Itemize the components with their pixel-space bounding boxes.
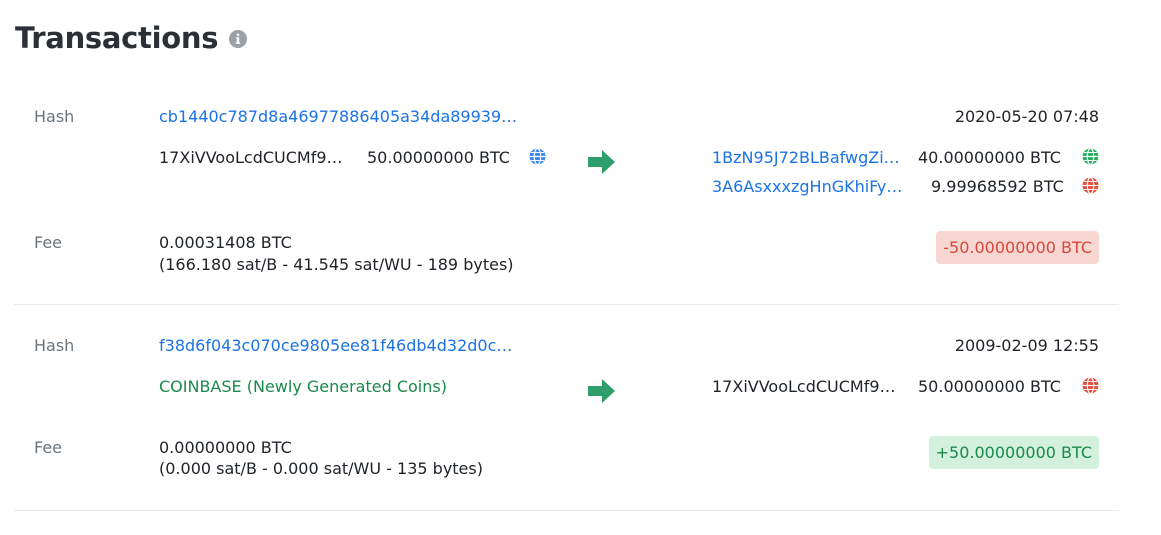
input-address: 17XiVVooLcdCUCMf9… <box>159 148 343 167</box>
globe-icon[interactable] <box>1082 176 1099 195</box>
input-amount: 50.00000000 BTC <box>367 148 510 167</box>
transaction-card: Hash cb1440c787d8a46977886405a34da89939…… <box>14 90 1119 305</box>
arrow-right-icon <box>588 150 616 174</box>
globe-icon[interactable] <box>529 147 546 166</box>
balance-change-badge: +50.00000000 BTC <box>928 436 1099 469</box>
fee-value: 0.00031408 BTC <box>159 233 292 252</box>
transaction-card: Hash f38d6f043c070ce9805ee81f46db4d32d0c… <box>14 320 1119 511</box>
output-amount: 40.00000000 BTC <box>918 148 1061 167</box>
transaction-timestamp: 2009-02-09 12:55 <box>954 336 1099 355</box>
transaction-timestamp: 2020-05-20 07:48 <box>954 107 1099 126</box>
output-amount: 50.00000000 BTC <box>918 377 1061 396</box>
globe-icon[interactable] <box>1082 376 1099 395</box>
arrow-right-icon <box>588 379 616 403</box>
hash-label: Hash <box>34 336 75 355</box>
fee-label: Fee <box>34 438 63 457</box>
page-header: Transactions <box>15 18 248 58</box>
fee-label: Fee <box>34 233 63 252</box>
fee-detail: (166.180 sat/B - 41.545 sat/WU - 189 byt… <box>159 255 514 274</box>
output-amount: 9.99968592 BTC <box>931 177 1064 196</box>
output-address: 17XiVVooLcdCUCMf9… <box>712 377 896 396</box>
transaction-hash-link[interactable]: cb1440c787d8a46977886405a34da89939… <box>159 107 517 126</box>
output-address-link[interactable]: 3A6AsxxxzgHnGKhiFy… <box>712 177 902 196</box>
balance-change-badge: -50.00000000 BTC <box>936 231 1099 264</box>
fee-detail: (0.000 sat/B - 0.000 sat/WU - 135 bytes) <box>159 459 483 478</box>
hash-label: Hash <box>34 107 75 126</box>
output-address-link[interactable]: 1BzN95J72BLBafwgZi… <box>712 148 900 167</box>
fee-value: 0.00000000 BTC <box>159 438 292 457</box>
info-icon[interactable] <box>228 29 248 49</box>
globe-icon[interactable] <box>1082 147 1099 166</box>
page-title: Transactions <box>15 21 219 55</box>
coinbase-input: COINBASE (Newly Generated Coins) <box>159 377 447 396</box>
transaction-hash-link[interactable]: f38d6f043c070ce9805ee81f46db4d32d0c… <box>159 336 512 355</box>
